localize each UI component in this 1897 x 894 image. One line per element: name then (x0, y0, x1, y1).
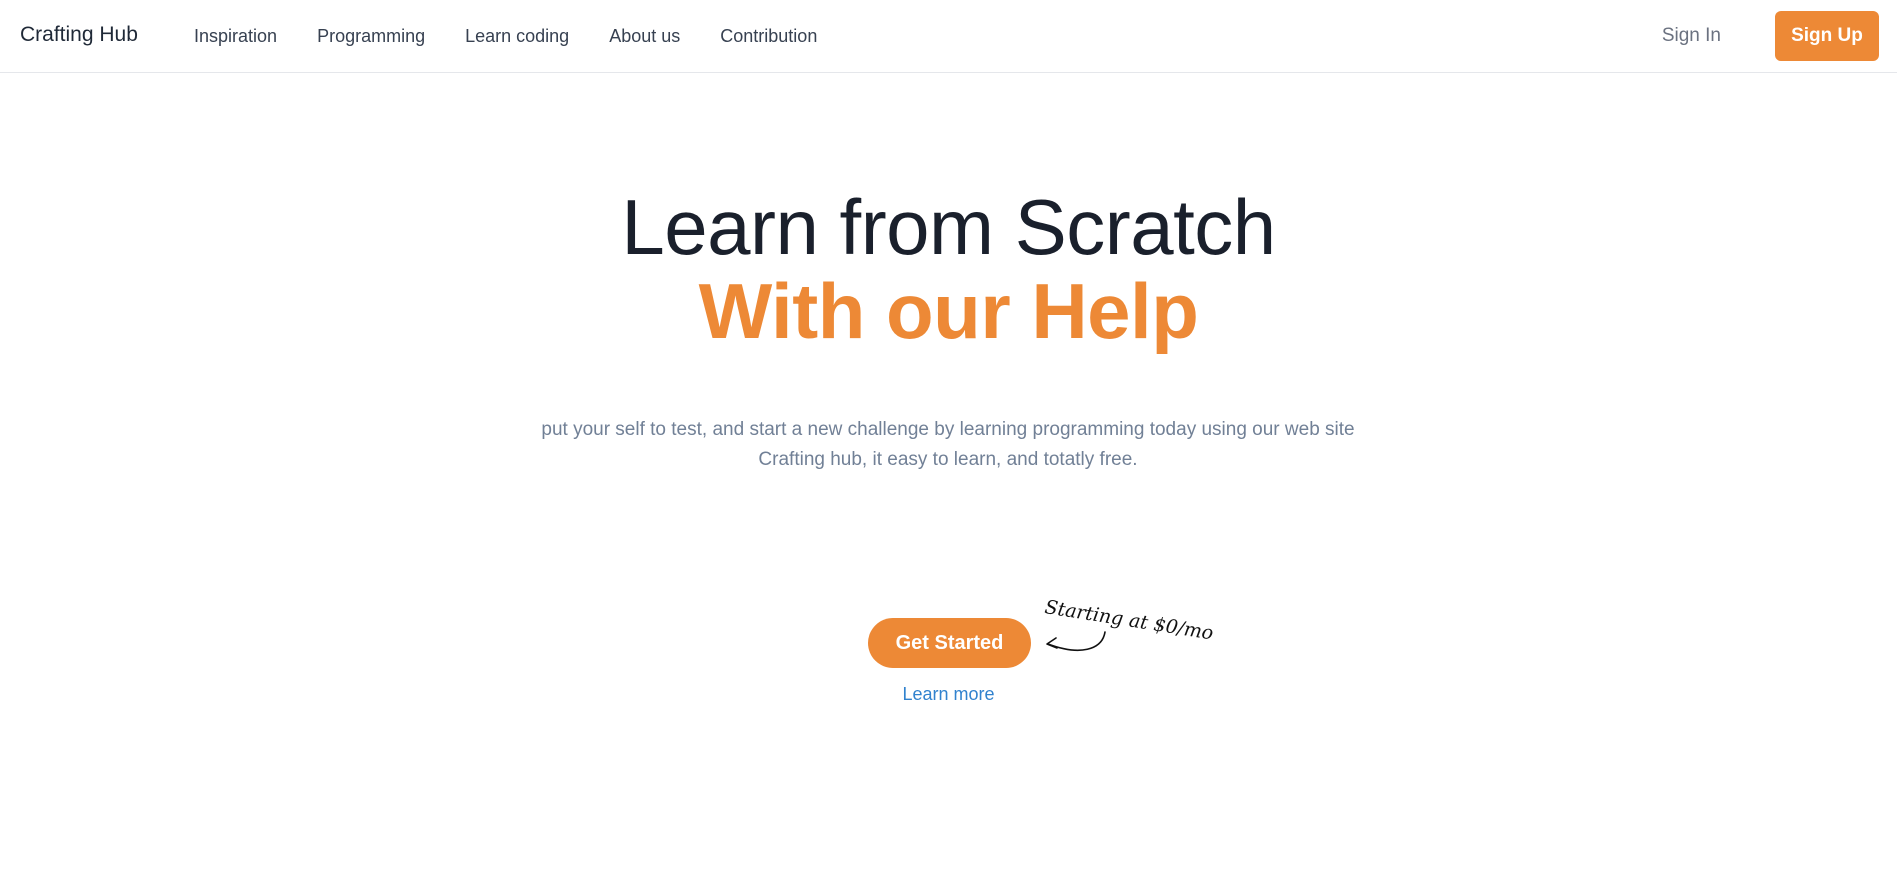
nav-link-contribution[interactable]: Contribution (720, 26, 817, 47)
learn-more-container: Learn more (0, 684, 1897, 705)
nav-link-inspiration[interactable]: Inspiration (194, 26, 277, 47)
subtext-line-2: Crafting hub, it easy to learn, and tota… (758, 449, 1138, 470)
nav-link-learn-coding[interactable]: Learn coding (465, 26, 569, 47)
hero-subtext: put your self to test, and start a new c… (498, 415, 1398, 475)
headline-main: Learn from Scratch (621, 183, 1276, 271)
main-nav: Inspiration Programming Learn coding Abo… (194, 26, 817, 47)
headline-accent: With our Help (698, 267, 1199, 355)
sign-up-button[interactable]: Sign Up (1775, 11, 1879, 61)
subtext-line-1: put your self to test, and start a new c… (541, 419, 1355, 440)
nav-link-about-us[interactable]: About us (609, 26, 680, 47)
hero-headline: Learn from Scratch With our Help (0, 185, 1897, 353)
curved-arrow-icon (1046, 631, 1106, 652)
brand-logo[interactable]: Crafting Hub (20, 23, 138, 47)
nav-link-programming[interactable]: Programming (317, 26, 425, 47)
learn-more-link[interactable]: Learn more (902, 684, 994, 704)
get-started-button[interactable]: Get Started (868, 618, 1031, 668)
sign-in-link[interactable]: Sign In (1662, 25, 1721, 47)
top-navbar: Crafting Hub Inspiration Programming Lea… (0, 0, 1897, 73)
